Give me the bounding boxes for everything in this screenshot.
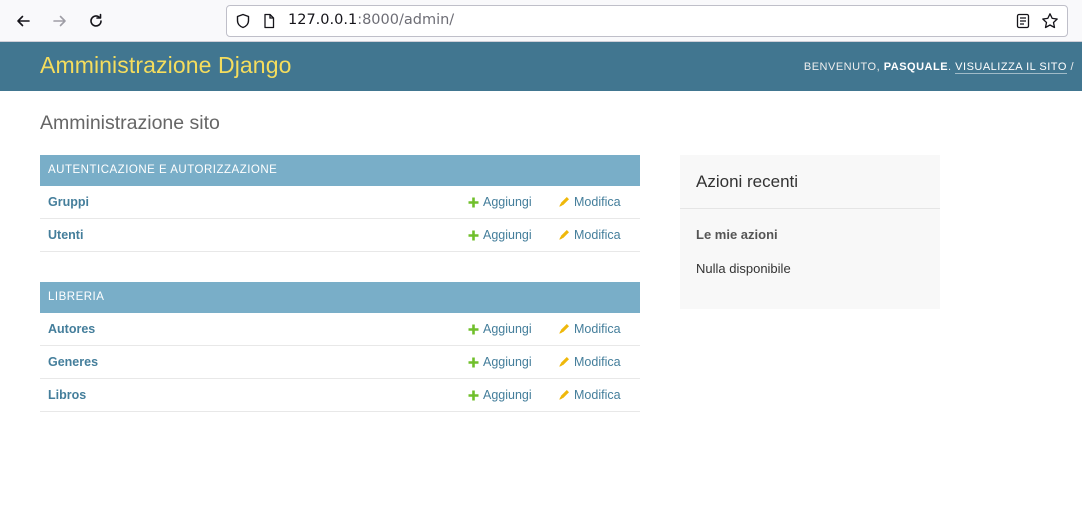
module-auth: AUTENTICAZIONE E AUTORIZZAZIONE Gruppi A… (40, 155, 640, 252)
change-label: Modifica (574, 355, 621, 369)
add-link[interactable]: Aggiungi (468, 322, 532, 336)
pencil-icon (558, 356, 570, 368)
model-link-utenti[interactable]: Utenti (48, 228, 83, 242)
plus-icon (468, 324, 479, 335)
reload-icon[interactable] (84, 9, 108, 33)
user-tools: BENVENUTO, PASQUALE. VISUALIZZA IL SITO … (803, 61, 1074, 74)
username: PASQUALE (883, 61, 949, 73)
change-link[interactable]: Modifica (558, 388, 621, 402)
table-row: Gruppi Aggiungi Modifica (40, 186, 640, 219)
admin-header: Amministrazione Django BENVENUTO, PASQUA… (0, 42, 1082, 91)
plus-icon (468, 390, 479, 401)
url-path: :8000/admin/ (357, 12, 455, 28)
url-host: 127.0.0.1 (288, 12, 358, 28)
plus-icon (468, 197, 479, 208)
welcome-text: BENVENUTO, (803, 61, 881, 73)
module-caption[interactable]: LIBRERIA (40, 282, 640, 313)
browser-toolbar: 127.0.0.1:8000/admin/ (0, 0, 1082, 42)
add-label: Aggiungi (483, 388, 532, 402)
table-row: Libros Aggiungi Modifica (40, 379, 640, 412)
pencil-icon (558, 229, 570, 241)
forward-arrow-icon[interactable] (48, 9, 72, 33)
add-link[interactable]: Aggiungi (468, 228, 532, 242)
add-label: Aggiungi (483, 355, 532, 369)
page-title: Amministrazione sito (40, 112, 220, 134)
model-link-autores[interactable]: Autores (48, 322, 95, 336)
table-row: Autores Aggiungi Modifica (40, 313, 640, 346)
separator: . (948, 61, 952, 73)
pencil-icon (558, 323, 570, 335)
table-row: Generes Aggiungi Modifica (40, 346, 640, 379)
empty-actions-text: Nulla disponibile (696, 261, 791, 276)
change-label: Modifica (574, 388, 621, 402)
view-site-link[interactable]: VISUALIZZA IL SITO (955, 61, 1067, 74)
change-label: Modifica (574, 228, 621, 242)
model-link-libros[interactable]: Libros (48, 388, 86, 402)
add-label: Aggiungi (483, 228, 532, 242)
site-branding[interactable]: Amministrazione Django (40, 52, 291, 79)
add-link[interactable]: Aggiungi (468, 388, 532, 402)
shield-icon[interactable] (235, 13, 251, 33)
add-link[interactable]: Aggiungi (468, 355, 532, 369)
add-label: Aggiungi (483, 322, 532, 336)
change-label: Modifica (574, 322, 621, 336)
page-icon (261, 13, 277, 33)
address-bar[interactable]: 127.0.0.1:8000/admin/ (226, 5, 1068, 37)
table-row: Utenti Aggiungi Modifica (40, 219, 640, 252)
add-label: Aggiungi (483, 195, 532, 209)
plus-icon (468, 230, 479, 241)
pencil-icon (558, 196, 570, 208)
module-libreria: LIBRERIA Autores Aggiungi Modifica Gener… (40, 282, 640, 412)
change-link[interactable]: Modifica (558, 322, 621, 336)
plus-icon (468, 357, 479, 368)
recent-actions-panel: Azioni recenti Le mie azioni Nulla dispo… (680, 155, 940, 309)
change-link[interactable]: Modifica (558, 355, 621, 369)
pencil-icon (558, 389, 570, 401)
recent-actions-title: Azioni recenti (680, 155, 940, 209)
change-link[interactable]: Modifica (558, 228, 621, 242)
model-link-generes[interactable]: Generes (48, 355, 98, 369)
back-arrow-icon[interactable] (11, 9, 35, 33)
bookmark-star-icon[interactable] (1041, 12, 1059, 34)
change-label: Modifica (574, 195, 621, 209)
separator-slash: / (1070, 61, 1074, 73)
model-link-gruppi[interactable]: Gruppi (48, 195, 89, 209)
add-link[interactable]: Aggiungi (468, 195, 532, 209)
reader-view-icon[interactable] (1015, 13, 1031, 33)
change-link[interactable]: Modifica (558, 195, 621, 209)
module-caption[interactable]: AUTENTICAZIONE E AUTORIZZAZIONE (40, 155, 640, 186)
url-text: 127.0.0.1:8000/admin/ (288, 12, 454, 28)
my-actions-heading: Le mie azioni (696, 227, 778, 242)
